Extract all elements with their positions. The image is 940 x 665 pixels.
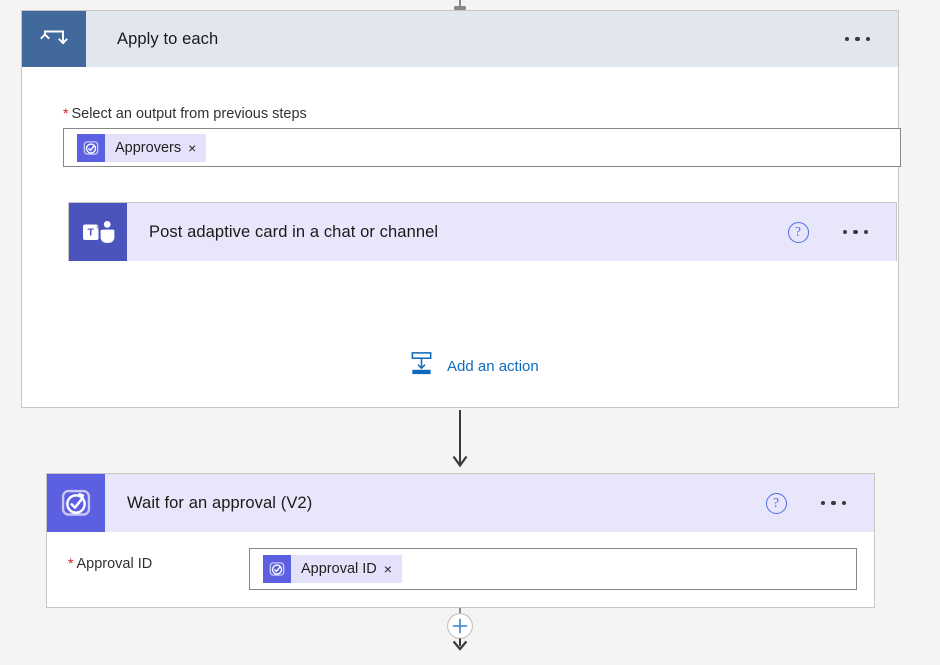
ellipsis-dot (865, 36, 870, 42)
approvers-token-remove-icon[interactable]: × (188, 141, 206, 155)
ellipsis-dot (820, 500, 825, 506)
approvals-icon (77, 133, 105, 162)
approvals-icon (47, 474, 105, 532)
approval-id-label-text: Approval ID (76, 556, 153, 572)
wait-for-approval-title: Wait for an approval (V2) (127, 493, 313, 512)
flow-designer-canvas: Apply to each * Select an output from pr… (0, 0, 940, 660)
select-output-label: * Select an output from previous steps (63, 106, 307, 122)
approval-id-token-remove-icon[interactable]: × (384, 562, 402, 576)
approval-id-token[interactable]: Approval ID × (263, 555, 402, 583)
question-mark-icon[interactable]: ? (787, 221, 809, 243)
microsoft-teams-icon: T (69, 203, 127, 261)
wait-for-approval-menu-button[interactable] (820, 500, 846, 506)
approval-id-token-text: Approval ID (301, 561, 377, 577)
apply-to-each-card[interactable]: Apply to each * Select an output from pr… (21, 10, 901, 408)
apply-to-each-title: Apply to each (117, 29, 219, 48)
apply-to-each-header[interactable]: Apply to each (22, 11, 898, 67)
connector-arrow-down (452, 410, 468, 472)
wait-for-approval-header[interactable]: Wait for an approval (V2) ? (47, 474, 874, 532)
apply-to-each-menu-button[interactable] (844, 36, 870, 42)
ellipsis-dot (831, 500, 836, 506)
insert-new-step-connector[interactable] (444, 608, 476, 660)
post-adaptive-card-menu-button[interactable] (842, 229, 868, 235)
add-an-action-button[interactable]: Add an action (408, 350, 539, 382)
approval-id-input[interactable]: Approval ID × (249, 548, 857, 590)
select-output-label-text: Select an output from previous steps (71, 106, 307, 122)
post-adaptive-card-title: Post adaptive card in a chat or channel (149, 222, 439, 241)
loop-repeat-icon (22, 11, 86, 67)
approvers-token-text: Approvers (115, 139, 182, 156)
post-adaptive-card-header[interactable]: T Post adaptive card in a chat or channe… (69, 203, 896, 261)
insert-action-icon (408, 350, 435, 382)
post-adaptive-card-action[interactable]: T Post adaptive card in a chat or channe… (68, 202, 897, 261)
required-asterisk: * (68, 555, 74, 571)
ellipsis-dot (855, 36, 860, 42)
approvals-icon (263, 555, 291, 583)
approval-id-label: * Approval ID (68, 556, 152, 572)
ellipsis-dot (841, 500, 846, 506)
ellipsis-dot (844, 36, 849, 42)
ellipsis-dot (842, 229, 847, 235)
select-output-input[interactable]: Approvers × (63, 128, 901, 167)
required-asterisk: * (63, 105, 69, 121)
approvers-token[interactable]: Approvers × (77, 133, 207, 162)
ellipsis-dot (853, 229, 858, 235)
ellipsis-dot (863, 229, 868, 235)
wait-for-approval-body: * Approval ID Approval ID × (47, 532, 874, 608)
wait-for-approval-card[interactable]: Wait for an approval (V2) ? * Approval I… (46, 473, 875, 608)
question-mark-icon[interactable]: ? (765, 492, 787, 514)
svg-text:T: T (88, 227, 95, 239)
add-an-action-label: Add an action (447, 357, 539, 375)
